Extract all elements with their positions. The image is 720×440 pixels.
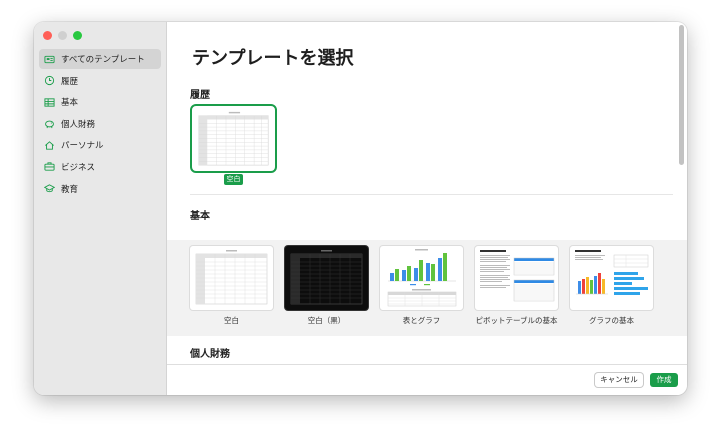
recent-template-thumbnail [196, 110, 271, 167]
sidebar-item-label: 教育 [61, 184, 79, 195]
recent-template-label: 空白 [224, 174, 243, 185]
template-blank-thumbnail [195, 250, 268, 305]
section-title-basic: 基本 [190, 211, 210, 222]
template-blank-black-label: 空白（黒） [307, 316, 346, 325]
vertical-scrollbar[interactable] [679, 25, 684, 165]
section-divider [190, 194, 673, 195]
graduation-cap-icon [44, 184, 55, 193]
sidebar-item-label: 個人財務 [61, 119, 96, 130]
sidebar-item-recent[interactable]: 履歴 [39, 71, 161, 91]
template-table-and-chart-label: 表とグラフ [402, 316, 441, 325]
sidebar-item-all-templates[interactable]: すべてのテンプレート [39, 49, 161, 69]
page-title: テンプレートを選択 [192, 48, 354, 69]
template-table-and-chart-thumbnail [387, 249, 457, 307]
template-blank-label: 空白 [224, 316, 239, 325]
sidebar-item-personal[interactable]: パーソナル [39, 135, 161, 155]
template-table-and-chart[interactable] [380, 246, 463, 310]
template-chooser-window: すべてのテンプレート 履歴 基本 個人財務 パーソナル ビジネス 教育 テンプレ… [34, 22, 687, 395]
template-pivot-table-basics[interactable] [475, 246, 558, 310]
zoom-window-button[interactable] [73, 31, 82, 40]
sidebar-item-basic[interactable]: 基本 [39, 92, 161, 112]
dialog-footer: キャンセル 作成 [167, 364, 687, 395]
template-gallery: テンプレートを選択 履歴 空白 基本 空白 空白（黒） 表とグラフ ピボットテー… [167, 22, 687, 364]
template-blank-black[interactable] [285, 246, 368, 310]
template-pivot-table-basics-label: ピボットテーブルの基本 [475, 316, 558, 325]
clock-icon [44, 76, 55, 86]
template-chart-basics[interactable] [570, 246, 653, 310]
template-chart-basics-thumbnail [575, 250, 649, 295]
sidebar-item-label: 基本 [61, 98, 79, 109]
template-chart-basics-label: グラフの基本 [589, 316, 634, 325]
table-icon [44, 98, 55, 107]
sidebar-item-education[interactable]: 教育 [39, 179, 161, 199]
sidebar: すべてのテンプレート 履歴 基本 個人財務 パーソナル ビジネス 教育 [34, 22, 167, 395]
minimize-window-button[interactable] [58, 31, 67, 40]
sidebar-item-label: すべてのテンプレート [61, 55, 145, 65]
close-window-button[interactable] [43, 31, 52, 40]
template-blank-black-thumbnail [290, 250, 363, 305]
sidebar-item-business[interactable]: ビジネス [39, 157, 161, 177]
sidebar-item-personal-finance[interactable]: 個人財務 [39, 114, 161, 134]
briefcase-icon [44, 162, 55, 172]
all-templates-icon [44, 55, 55, 63]
create-button[interactable]: 作成 [650, 373, 678, 387]
template-blank[interactable] [190, 246, 273, 310]
section-title-personal-finance: 個人財務 [190, 349, 230, 360]
sidebar-item-label: 履歴 [61, 76, 79, 87]
sidebar-nav: すべてのテンプレート 履歴 基本 個人財務 パーソナル ビジネス 教育 [39, 49, 161, 200]
section-title-recent: 履歴 [190, 90, 210, 101]
sidebar-item-label: パーソナル [61, 141, 104, 152]
house-icon [45, 141, 54, 150]
piggy-bank-icon [45, 120, 54, 129]
window-controls [43, 31, 82, 40]
template-pivot-table-basics-thumbnail [480, 250, 555, 302]
cancel-button[interactable]: キャンセル [595, 373, 643, 387]
sidebar-item-label: ビジネス [61, 162, 96, 173]
recent-template-blank[interactable] [190, 104, 277, 173]
